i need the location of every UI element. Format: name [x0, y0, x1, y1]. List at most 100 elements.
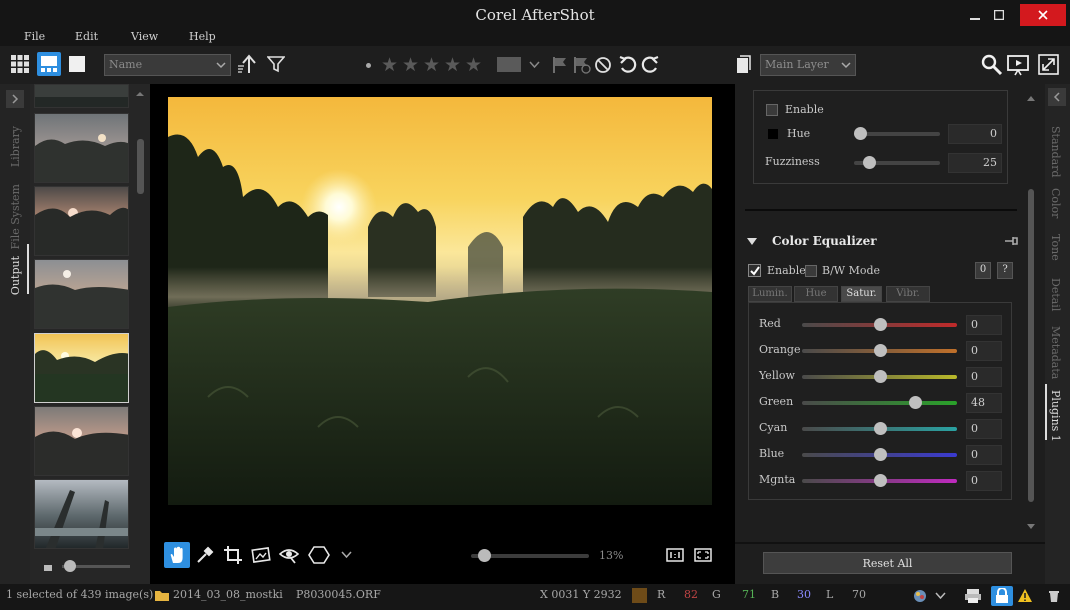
reset-all-button[interactable]: Reset All	[763, 552, 1012, 574]
orange-slider[interactable]	[802, 344, 957, 357]
pan-tool-button[interactable]	[164, 542, 190, 568]
tab-file-system[interactable]: File System	[9, 184, 22, 249]
thumbnail[interactable]	[34, 113, 129, 183]
zoom-slider[interactable]	[471, 549, 589, 562]
hue-slider[interactable]	[854, 127, 940, 140]
color-management-icon[interactable]	[912, 588, 928, 604]
bw-mode-checkbox[interactable]	[805, 265, 817, 277]
fullscreen-icon[interactable]	[1038, 54, 1060, 76]
layer-select[interactable]: Main Layer	[760, 54, 856, 76]
slider-knob[interactable]	[874, 318, 887, 331]
slider-knob[interactable]	[874, 474, 887, 487]
crop-tool-button[interactable]	[220, 542, 246, 568]
slider-knob[interactable]	[874, 422, 887, 435]
filter-button[interactable]	[264, 52, 288, 76]
copy-icon[interactable]	[736, 55, 752, 75]
thumbnail[interactable]	[34, 186, 129, 256]
slider-knob[interactable]	[909, 396, 922, 409]
grid-view-button[interactable]	[8, 52, 32, 76]
orange-value[interactable]: 0	[966, 341, 1002, 361]
tab-satur[interactable]: Satur.	[841, 286, 882, 302]
thumbnail-scrollbar[interactable]	[137, 139, 144, 194]
tab-lumin[interactable]: Lumin.	[748, 286, 792, 302]
cyan-slider[interactable]	[802, 422, 957, 435]
expand-right-button[interactable]	[1048, 88, 1066, 106]
main-photo[interactable]	[168, 97, 712, 505]
hue-color-swatch[interactable]	[768, 129, 778, 139]
green-value[interactable]: 48	[966, 393, 1002, 413]
fuzziness-value[interactable]: 25	[948, 153, 1002, 173]
redo-icon[interactable]	[640, 55, 660, 75]
tab-detail[interactable]: Detail	[1049, 278, 1062, 311]
star-icon[interactable]: ★	[402, 55, 419, 75]
scroll-up-icon[interactable]	[134, 90, 146, 98]
menu-help[interactable]: Help	[189, 30, 216, 43]
tab-output[interactable]: Output	[9, 256, 22, 295]
tab-standard[interactable]: Standard	[1049, 126, 1062, 178]
folder-name[interactable]: 2014_03_08_mostki	[173, 588, 283, 601]
slider-knob[interactable]	[874, 344, 887, 357]
slider-knob[interactable]	[863, 156, 876, 169]
thumbnail[interactable]	[34, 84, 129, 108]
blue-slider[interactable]	[802, 448, 957, 461]
tab-vibr[interactable]: Vibr.	[886, 286, 930, 302]
slider-knob[interactable]	[874, 370, 887, 383]
eq-enable-checkbox[interactable]	[748, 264, 761, 277]
chevron-down-icon[interactable]	[341, 551, 352, 559]
tab-metadata[interactable]: Metadata	[1049, 326, 1062, 379]
thumbnail[interactable]	[34, 479, 129, 549]
help-button[interactable]: ?	[997, 262, 1013, 279]
chevron-down-icon[interactable]	[529, 61, 540, 69]
red-slider[interactable]	[802, 318, 957, 331]
hue-value[interactable]: 0	[948, 124, 1002, 144]
trash-icon[interactable]	[1048, 589, 1060, 603]
eyedropper-tool-button[interactable]	[192, 542, 218, 568]
menu-file[interactable]: File	[24, 30, 45, 43]
sort-direction-button[interactable]	[236, 52, 260, 76]
fuzziness-slider[interactable]	[854, 156, 940, 169]
slider-knob[interactable]	[874, 448, 887, 461]
search-icon[interactable]	[981, 54, 1003, 76]
slider-knob[interactable]	[478, 549, 491, 562]
slideshow-icon[interactable]	[1007, 54, 1033, 76]
section-title[interactable]: Color Equalizer	[772, 234, 877, 248]
thumbnail[interactable]	[34, 406, 129, 476]
split-view-button[interactable]	[37, 52, 61, 76]
scroll-up-icon[interactable]	[1026, 94, 1036, 102]
thumbnail[interactable]	[34, 259, 129, 329]
enable-checkbox[interactable]	[766, 104, 778, 116]
menu-edit[interactable]: Edit	[75, 30, 98, 43]
yellow-value[interactable]: 0	[966, 367, 1002, 387]
sort-select[interactable]: Name	[104, 54, 231, 76]
rating-dot-icon[interactable]	[366, 63, 371, 68]
collapse-triangle-icon[interactable]	[747, 238, 757, 246]
printer-icon[interactable]	[964, 588, 982, 604]
green-slider[interactable]	[802, 396, 957, 409]
chevron-down-icon[interactable]	[935, 592, 946, 600]
tab-library[interactable]: Library	[9, 126, 22, 167]
slider-knob[interactable]	[854, 127, 867, 140]
scroll-down-icon[interactable]	[1026, 523, 1036, 531]
fit-to-screen-button[interactable]	[690, 542, 716, 568]
reset-zero-button[interactable]: 0	[975, 262, 991, 279]
maximize-button[interactable]	[976, 4, 1022, 26]
magenta-value[interactable]: 0	[966, 471, 1002, 491]
reject-flag-icon[interactable]	[573, 56, 591, 74]
single-view-button[interactable]	[65, 52, 89, 76]
star-icon[interactable]: ★	[423, 55, 440, 75]
tab-plugins[interactable]: Plugins 1	[1049, 390, 1062, 442]
menu-view[interactable]: View	[131, 30, 158, 43]
close-button[interactable]	[1020, 4, 1066, 26]
tab-tone[interactable]: Tone	[1049, 234, 1062, 261]
panel-scrollbar[interactable]	[1028, 189, 1034, 502]
color-label-swatch[interactable]	[497, 57, 521, 72]
tab-hue[interactable]: Hue	[794, 286, 838, 302]
flag-icon[interactable]	[552, 56, 568, 74]
thumbnail-selected[interactable]	[34, 333, 129, 403]
star-icon[interactable]: ★	[444, 55, 461, 75]
undo-icon[interactable]	[618, 55, 638, 75]
thumbnail-size-slider[interactable]	[62, 560, 130, 572]
slider-knob[interactable]	[64, 560, 76, 572]
tab-color[interactable]: Color	[1049, 188, 1062, 218]
warning-icon[interactable]	[1017, 588, 1033, 603]
